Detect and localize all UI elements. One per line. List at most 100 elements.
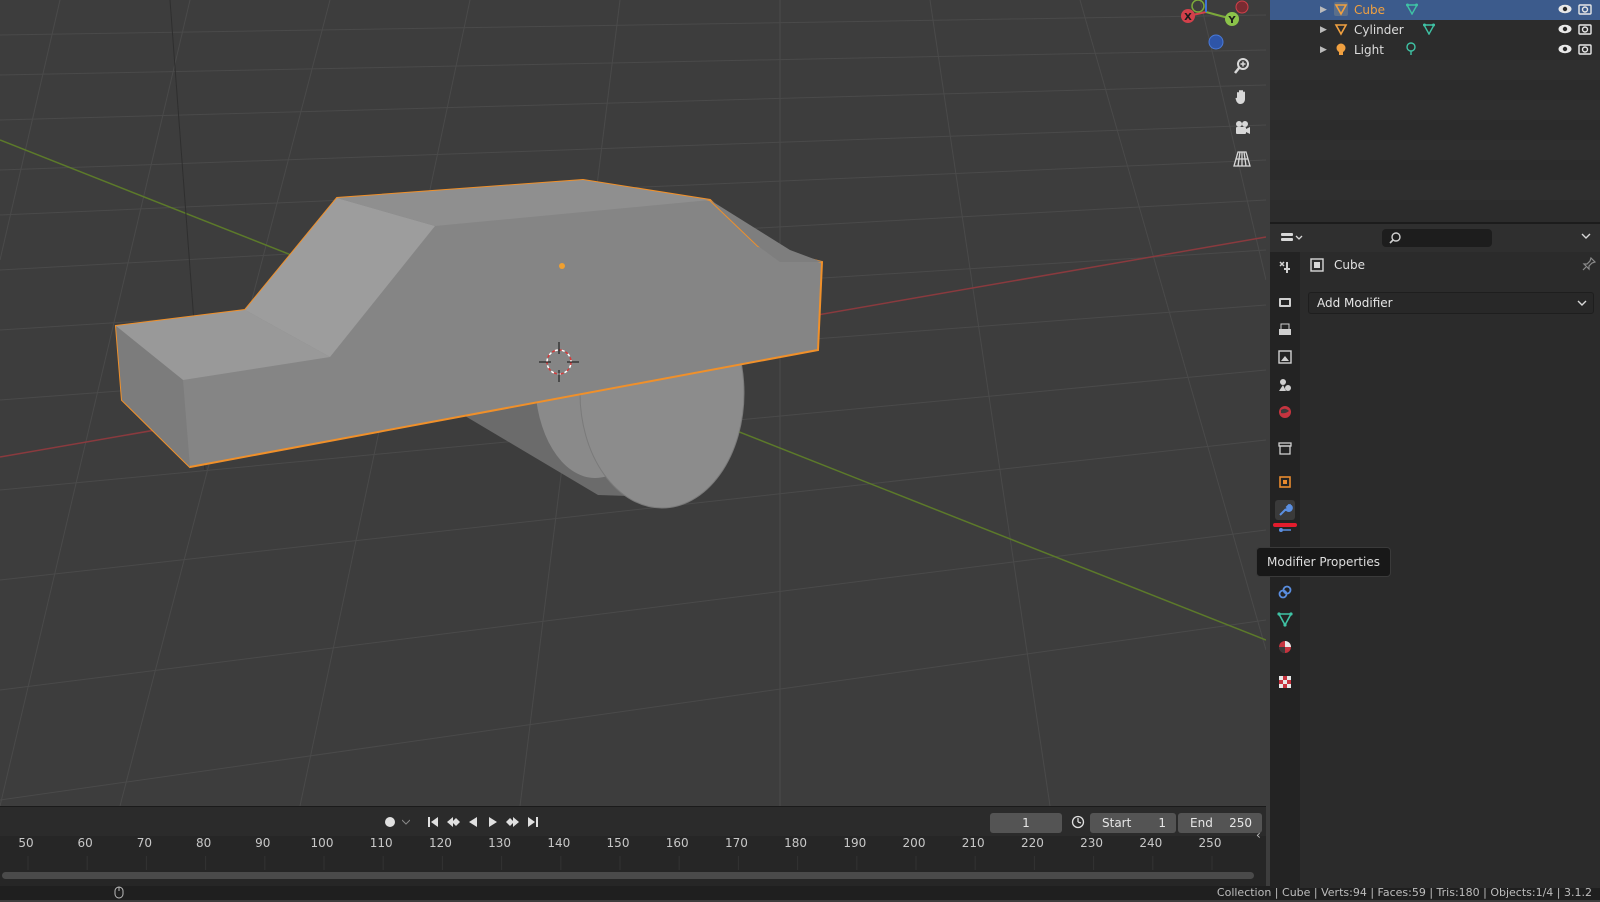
frame-tick-label: 120 — [428, 836, 452, 850]
outliner[interactable]: ▶ Cube ▶ Cylinder ▶ Light — [1270, 0, 1600, 222]
frame-tick-label: 70 — [136, 836, 153, 850]
collection-properties-icon[interactable] — [1275, 438, 1295, 458]
render-camera-icon[interactable] — [1578, 3, 1592, 18]
outliner-item-light[interactable]: ▶ Light — [1270, 40, 1600, 60]
visibility-eye-icon[interactable] — [1558, 23, 1572, 37]
mesh-data-icon[interactable] — [1422, 23, 1436, 38]
end-label: End — [1190, 816, 1213, 830]
timeline-header: 1 Start 1 End 250 — [0, 806, 1266, 837]
mesh-object-icon — [1334, 22, 1348, 39]
outliner-item-cylinder[interactable]: ▶ Cylinder — [1270, 20, 1600, 40]
active-tab-indicator — [1273, 523, 1297, 527]
play-icon[interactable] — [484, 813, 502, 831]
frame-tick-label: 60 — [77, 836, 93, 850]
search-input[interactable] — [1402, 230, 1486, 246]
search-icon — [1389, 232, 1401, 244]
view-layer-properties-icon[interactable] — [1275, 347, 1295, 367]
frame-tick-label: 190 — [843, 836, 867, 850]
timeline-ruler[interactable]: 50 60 70 80 90 100 110 120 130 140 150 160 170 180 190… — [0, 828, 1266, 886]
jump-end-icon[interactable] — [524, 813, 542, 831]
outliner-item-label: Light — [1354, 43, 1384, 57]
properties-header — [1270, 224, 1600, 252]
frame-tick-marks — [27, 856, 1213, 870]
jump-start-icon[interactable] — [424, 813, 442, 831]
object-properties-icon[interactable] — [1275, 472, 1295, 492]
frame-tick-label: 170 — [724, 836, 748, 850]
play-reverse-icon[interactable] — [464, 813, 482, 831]
timeline-scrollbar[interactable] — [2, 872, 1254, 879]
tooltip-text: Modifier Properties — [1267, 555, 1380, 569]
prev-keyframe-icon[interactable] — [444, 813, 462, 831]
current-frame-value: 1 — [1022, 816, 1030, 830]
end-frame-field[interactable]: End 250 — [1178, 813, 1262, 833]
visibility-eye-icon[interactable] — [1558, 43, 1572, 57]
frame-tick-label: 230 — [1080, 836, 1104, 850]
outliner-empty-row — [1270, 60, 1600, 80]
properties-editor-icon — [1281, 233, 1303, 241]
frame-tick-label: 100 — [310, 836, 334, 850]
mesh-data-icon[interactable] — [1405, 3, 1419, 18]
viewport-scene[interactable] — [0, 0, 1266, 806]
constraints-properties-icon[interactable] — [1275, 582, 1295, 602]
frame-tick-label: 50 — [18, 836, 34, 850]
outliner-empty-row — [1270, 140, 1600, 160]
frame-tick-label: 220 — [1020, 836, 1044, 850]
record-icon[interactable] — [382, 813, 398, 831]
outliner-item-cube[interactable]: ▶ Cube — [1270, 0, 1600, 20]
gizmo-x-label: X — [1184, 12, 1192, 23]
preview-range-icon[interactable] — [1068, 813, 1088, 831]
keying-dropdown-icon[interactable] — [400, 813, 412, 831]
pin-icon[interactable] — [1582, 256, 1597, 274]
expand-arrow-icon[interactable]: ▶ — [1320, 45, 1327, 55]
add-modifier-button[interactable]: Add Modifier — [1308, 292, 1594, 314]
properties-search-field[interactable] — [1382, 229, 1492, 247]
frame-tick-label: 140 — [547, 836, 571, 850]
world-properties-icon[interactable] — [1275, 402, 1295, 422]
object-name: Cube — [1334, 258, 1365, 272]
render-camera-icon[interactable] — [1578, 43, 1592, 58]
next-keyframe-icon[interactable] — [504, 813, 522, 831]
outliner-item-label: Cube — [1354, 3, 1385, 17]
frame-tick-label: 210 — [961, 836, 985, 850]
render-properties-icon[interactable] — [1275, 292, 1295, 312]
frame-tick-label: 180 — [784, 836, 808, 850]
tooltip: Modifier Properties — [1256, 547, 1391, 577]
collapse-arrow-icon[interactable]: ‹ — [1256, 828, 1261, 842]
particles-properties-icon[interactable] — [1275, 528, 1295, 538]
start-frame-field[interactable]: Start 1 — [1090, 813, 1176, 833]
outliner-item-label: Cylinder — [1354, 23, 1404, 37]
gizmo-y-label: Y — [1227, 15, 1236, 26]
tool-properties-icon[interactable] — [1275, 257, 1295, 277]
status-bar: Collection | Cube | Verts:94 | Faces:59 … — [0, 886, 1600, 900]
perspective-grid-icon[interactable] — [1230, 147, 1254, 171]
start-value: 1 — [1158, 816, 1166, 830]
camera-view-icon[interactable] — [1230, 116, 1254, 140]
add-modifier-label: Add Modifier — [1317, 296, 1393, 310]
mesh-data-properties-icon[interactable] — [1275, 609, 1295, 629]
frame-tick-label: 90 — [255, 836, 271, 850]
frame-ticks: 50 60 70 80 90 100 110 120 130 140 150 160 170 180 190… — [0, 836, 1266, 856]
chevron-down-icon[interactable] — [1580, 230, 1592, 245]
zoom-icon[interactable] — [1230, 54, 1254, 78]
scene-properties-icon[interactable] — [1275, 375, 1295, 395]
light-object-icon — [1334, 42, 1348, 59]
pan-hand-icon[interactable] — [1230, 85, 1254, 109]
light-data-icon[interactable] — [1405, 41, 1417, 59]
frame-tick-label: 130 — [488, 836, 512, 850]
material-properties-icon[interactable] — [1275, 637, 1295, 657]
object-icon — [1310, 258, 1324, 275]
texture-properties-icon[interactable] — [1275, 672, 1295, 692]
navigation-gizmo[interactable]: X Y — [1170, 0, 1250, 55]
start-label: Start — [1102, 816, 1132, 830]
modifier-properties-icon[interactable] — [1275, 500, 1295, 520]
expand-arrow-icon[interactable]: ▶ — [1320, 25, 1327, 35]
chevron-down-icon — [1577, 300, 1587, 306]
current-frame-field[interactable]: 1 — [990, 813, 1062, 833]
3d-viewport[interactable]: X Y — [0, 0, 1266, 806]
object-origin — [559, 263, 565, 269]
output-properties-icon[interactable] — [1275, 320, 1295, 340]
render-camera-icon[interactable] — [1578, 23, 1592, 38]
visibility-eye-icon[interactable] — [1558, 3, 1572, 17]
expand-arrow-icon[interactable]: ▶ — [1320, 5, 1327, 15]
editor-type-menu[interactable] — [1280, 229, 1308, 247]
